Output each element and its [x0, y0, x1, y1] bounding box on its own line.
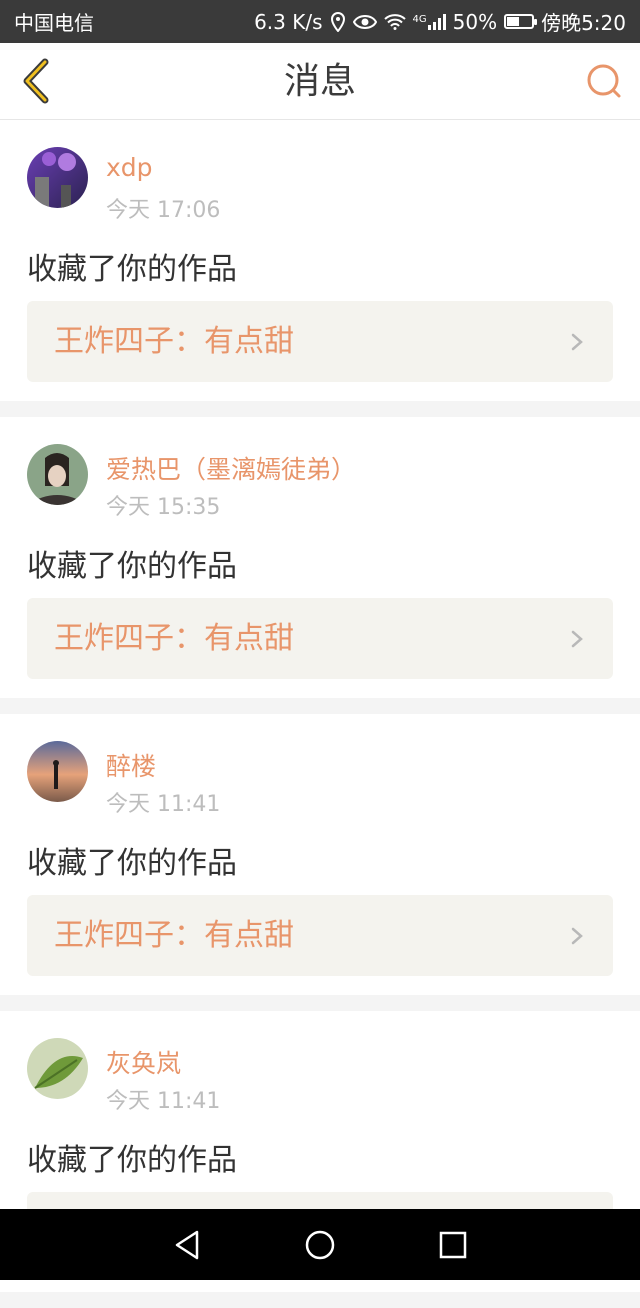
carrier-label: 中国电信: [14, 11, 94, 35]
work-link[interactable]: 王炸四子：有点甜: [27, 301, 613, 382]
timestamp: 今天 11:41: [106, 1089, 221, 1114]
nav-recents-button[interactable]: [428, 1220, 478, 1270]
network-speed: 6.3 K/s: [254, 9, 323, 34]
system-nav-bar: [0, 1209, 640, 1280]
work-title: 王炸四子：有点甜: [54, 621, 294, 656]
battery-icon: [504, 14, 538, 29]
timestamp: 今天 15:35: [106, 495, 221, 520]
page-title: 消息: [283, 61, 356, 102]
avatar[interactable]: [27, 147, 88, 208]
clock: 傍晚5:20: [541, 11, 626, 35]
signal-icon: 4G: [412, 13, 446, 30]
search-icon: [587, 64, 621, 98]
avatar[interactable]: [27, 741, 88, 802]
triangle-back-icon: [175, 1230, 198, 1259]
username[interactable]: 灰奂岚: [106, 1044, 181, 1080]
action-text: 收藏了你的作品: [27, 846, 237, 881]
message-card: 爱热巴（墨漓嫣徒弟） 今天 15:35 收藏了你的作品 王炸四子：有点甜: [0, 417, 640, 698]
timestamp: 今天 11:41: [106, 792, 221, 817]
message-card: xdp 今天 17:06 收藏了你的作品 王炸四子：有点甜: [0, 120, 640, 401]
location-icon: [330, 11, 346, 32]
work-title: 王炸四子：有点甜: [54, 918, 294, 953]
status-bar: 中国电信 6.3 K/s 4G 50% 傍晚5:20: [0, 0, 640, 43]
action-text: 收藏了你的作品: [27, 1143, 237, 1178]
chevron-right-icon: [571, 927, 583, 945]
username[interactable]: 醉楼: [106, 747, 156, 783]
eye-icon: [352, 14, 377, 30]
work-link[interactable]: 王炸四子：有点甜: [27, 598, 613, 679]
square-recents-icon: [440, 1231, 467, 1258]
nav-back-button[interactable]: [162, 1220, 212, 1270]
action-text: 收藏了你的作品: [27, 252, 237, 287]
nav-home-button[interactable]: [295, 1220, 345, 1270]
search-button[interactable]: [584, 61, 624, 101]
avatar[interactable]: [27, 1038, 88, 1099]
message-list: xdp 今天 17:06 收藏了你的作品 王炸四子：有点甜 爱热巴（墨漓嫣徒弟）…: [0, 120, 640, 1308]
status-icons: 6.3 K/s 4G 50% 傍晚5:20: [254, 7, 626, 36]
message-card: 醉楼 今天 11:41 收藏了你的作品 王炸四子：有点甜: [0, 714, 640, 995]
avatar[interactable]: [27, 444, 88, 505]
app-header: 消息: [0, 43, 640, 120]
circle-home-icon: [305, 1230, 335, 1259]
battery-percent: 50%: [452, 9, 498, 34]
network-type: 4G: [412, 13, 427, 25]
wifi-icon: [383, 13, 406, 30]
chevron-right-icon: [571, 630, 583, 648]
timestamp: 今天 17:06: [106, 198, 221, 223]
chevron-right-icon: [571, 333, 583, 351]
action-text: 收藏了你的作品: [27, 549, 237, 584]
work-link[interactable]: 王炸四子：有点甜: [27, 895, 613, 976]
work-title: 王炸四子：有点甜: [54, 324, 294, 359]
username[interactable]: 爱热巴（墨漓嫣徒弟）: [106, 450, 356, 486]
username[interactable]: xdp: [106, 153, 153, 182]
